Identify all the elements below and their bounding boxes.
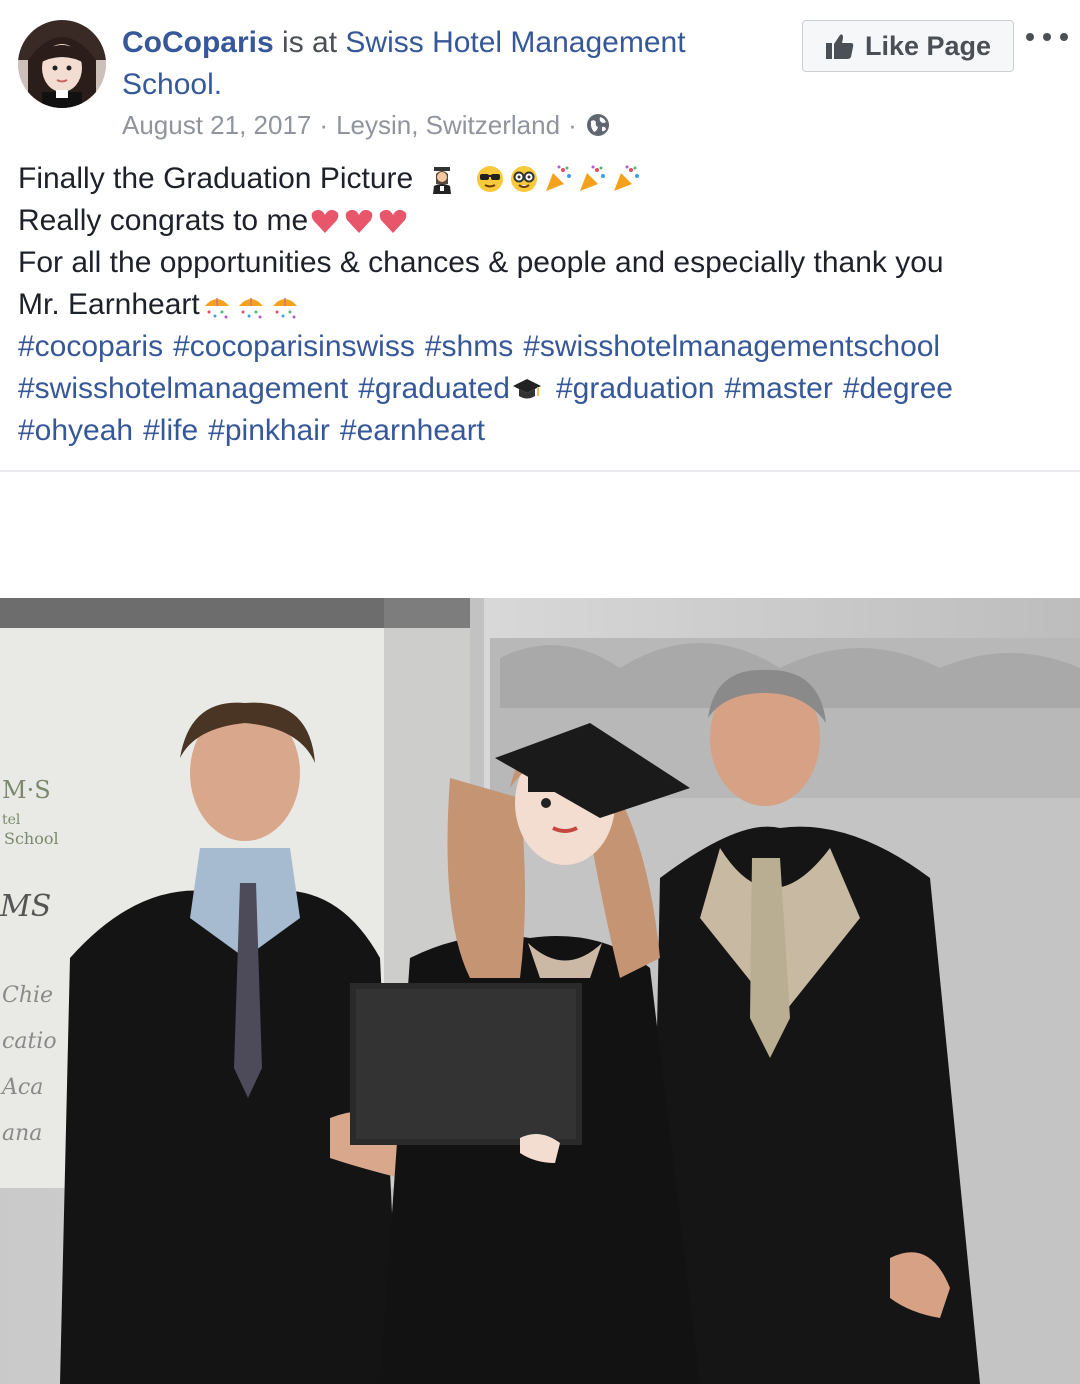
svg-text:Chie: Chie (2, 983, 53, 1008)
hashtag-row-1: #cocoparis #cocoparisinswiss #shms #swis… (18, 326, 1058, 368)
svg-text:School: School (4, 829, 59, 848)
post-date[interactable]: August 21, 2017 (122, 108, 311, 142)
meta-separator: · (319, 110, 329, 140)
post-header: CoCoparis is at Swiss Hotel Management S… (122, 22, 782, 106)
hashtag-row-3: #ohyeah #life #pinkhair #earnheart (18, 410, 1058, 452)
heart-icon (379, 209, 407, 233)
svg-text:catio: catio (2, 1029, 57, 1054)
message-line-1: Finally the Graduation Picture (18, 158, 1058, 200)
confetti-ball-icon (204, 298, 229, 319)
post-location[interactable]: Leysin, Switzerland (336, 108, 560, 142)
facebook-post: CoCoparis is at Swiss Hotel Management S… (0, 0, 1080, 1384)
nerd-emoji-icon (511, 166, 538, 192)
party-popper-icon (614, 165, 640, 191)
confetti-ball-icon (272, 298, 297, 319)
more-options-icon (1026, 33, 1034, 41)
post-message: Finally the Graduation Picture Really co… (18, 158, 1058, 452)
post-divider (0, 470, 1080, 472)
confetti-ball-icon (238, 298, 263, 319)
hashtag-link[interactable]: #swisshotelmanagementschool (523, 326, 940, 368)
graduate-emoji-icon (433, 167, 452, 194)
graduation-cap-icon (513, 379, 541, 399)
graduation-photo[interactable]: M·S tel School MS Chie catio Aca ana (0, 598, 1080, 1384)
like-page-label: Like Page (864, 30, 992, 61)
meta-separator-2: · (568, 110, 577, 140)
like-page-button[interactable]: Like Page (802, 20, 1014, 72)
message-line-3: For all the opportunities & chances & pe… (18, 246, 944, 279)
hashtag-link[interactable]: #earnheart (340, 410, 485, 452)
author-name[interactable]: CoCoparis (122, 26, 274, 59)
hashtag-link[interactable]: #life (143, 410, 198, 452)
heart-icon (311, 209, 339, 233)
hashtag-link[interactable]: #graduation (556, 368, 714, 410)
party-popper-icon (546, 165, 572, 191)
hashtag-link[interactable]: #degree (843, 368, 953, 410)
hashtag-link[interactable]: #cocoparisinswiss (173, 326, 415, 368)
svg-text:Aca: Aca (0, 1075, 43, 1100)
party-popper-icon (580, 165, 606, 191)
heart-icon (345, 209, 373, 233)
is-at-text: is at (273, 26, 346, 59)
svg-text:ana: ana (2, 1121, 42, 1146)
sunglasses-emoji-icon (477, 166, 504, 192)
author-avatar[interactable] (18, 20, 106, 108)
svg-text:tel: tel (2, 812, 21, 828)
svg-text:MS: MS (0, 889, 51, 924)
hashtag-link[interactable]: #graduated (358, 368, 510, 410)
hashtag-link[interactable]: #shms (425, 326, 513, 368)
more-options-button[interactable] (1026, 22, 1068, 52)
globe-icon[interactable] (585, 112, 611, 138)
hashtag-row-2: #swisshotelmanagement #graduated #gradua… (18, 368, 1058, 410)
hashtag-link[interactable]: #swisshotelmanagement (18, 368, 348, 410)
message-line-2: Really congrats to me (18, 200, 1058, 242)
hashtag-link[interactable]: #master (724, 368, 832, 410)
thumbs-up-icon (825, 34, 854, 59)
hashtag-link[interactable]: #pinkhair (208, 410, 330, 452)
hashtag-link[interactable]: #cocoparis (18, 326, 163, 368)
banner-text: M·S (2, 776, 51, 804)
hashtags: #cocoparis #cocoparisinswiss #shms #swis… (18, 326, 1058, 452)
hashtag-link[interactable]: #ohyeah (18, 410, 133, 452)
message-line-4: Mr. Earnheart (18, 284, 1058, 326)
post-meta: August 21, 2017 · Leysin, Switzerland · (122, 108, 611, 142)
